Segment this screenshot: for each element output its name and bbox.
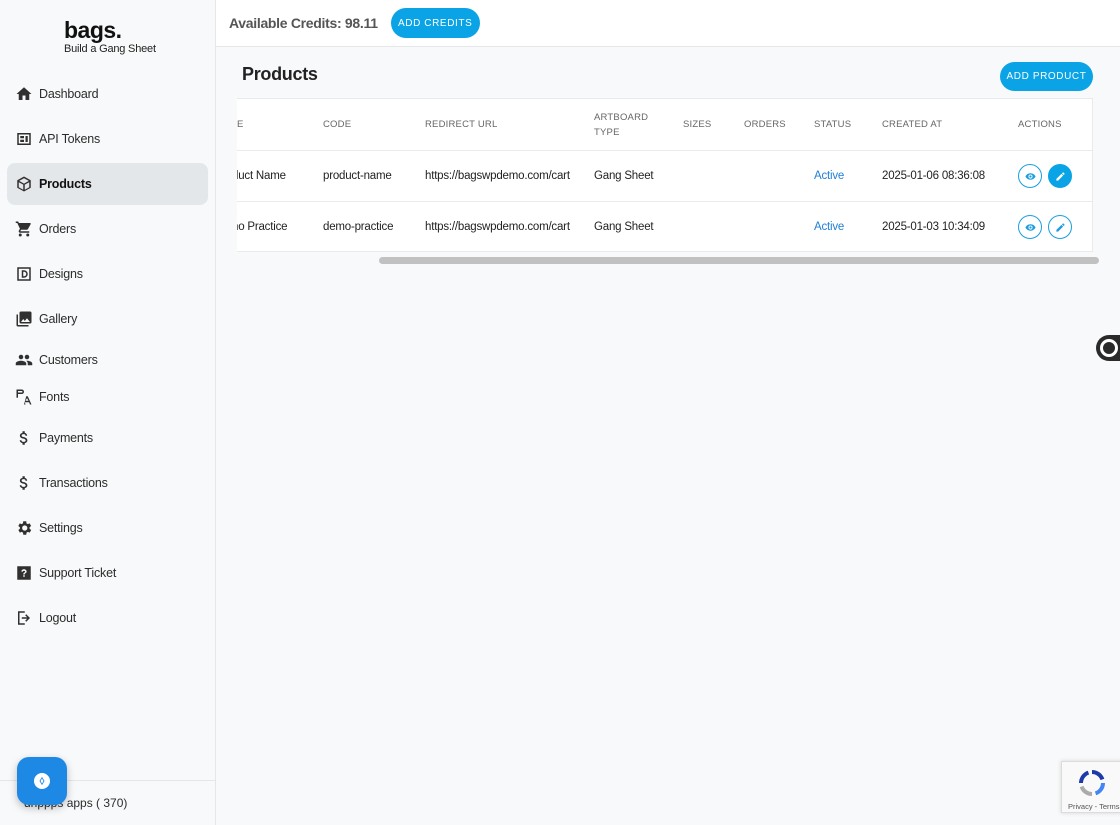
package-icon bbox=[15, 175, 33, 193]
logo[interactable]: bags. Build a Gang Sheet bbox=[64, 18, 156, 55]
chat-icon bbox=[34, 773, 50, 789]
created-at-cell: 2025-01-03 10:34:09 bbox=[882, 221, 985, 233]
gallery-icon bbox=[15, 310, 33, 328]
column-header-orders[interactable]: ORDERS bbox=[744, 99, 786, 150]
column-header-code[interactable]: CODE bbox=[323, 99, 351, 150]
logo-name: bags. bbox=[64, 17, 122, 43]
logout-icon bbox=[15, 609, 33, 627]
sidebar-item-label: Support Ticket bbox=[39, 566, 117, 580]
sidebar-item-logout[interactable]: Logout bbox=[7, 597, 208, 639]
sidebar-item-label: Orders bbox=[39, 222, 77, 236]
column-header-created-at[interactable]: CREATED AT bbox=[882, 99, 942, 150]
column-header-name[interactable]: E bbox=[237, 99, 244, 150]
product-code-cell: demo-practice bbox=[323, 221, 394, 233]
sidebar-item-label: Logout bbox=[39, 611, 77, 625]
logo-tagline: Build a Gang Sheet bbox=[64, 43, 156, 55]
column-header-actions: ACTIONS bbox=[1018, 119, 1062, 130]
eye-icon bbox=[1024, 223, 1036, 231]
column-header-artboard-type[interactable]: ARTBOARD TYPE bbox=[594, 99, 648, 150]
view-button[interactable] bbox=[1018, 164, 1042, 188]
redirect-url-cell: https://bagswpdemo.com/cart bbox=[425, 170, 570, 182]
column-header-type: TYPE bbox=[594, 126, 620, 138]
sidebar-item-products[interactable]: Products bbox=[7, 163, 208, 205]
sidebar-item-label: Dashboard bbox=[39, 87, 99, 101]
page-title: Products bbox=[242, 64, 318, 84]
artboard-type-cell: Gang Sheet bbox=[594, 221, 654, 233]
home-icon bbox=[15, 85, 33, 103]
dollar-icon bbox=[15, 429, 33, 447]
product-name-cell: duct Name bbox=[237, 170, 286, 182]
column-header-status[interactable]: STATUS bbox=[814, 99, 851, 150]
circle-icon bbox=[1100, 339, 1118, 357]
artboard-type-cell: Gang Sheet bbox=[594, 170, 654, 182]
pencil-icon bbox=[1055, 222, 1065, 232]
sidebar-item-label: Customers bbox=[39, 353, 98, 367]
accessibility-widget-button[interactable] bbox=[1096, 335, 1120, 361]
sidebar-item-label: Products bbox=[39, 177, 92, 191]
gear-icon bbox=[15, 519, 33, 537]
sidebar-item-payments[interactable]: Payments bbox=[7, 417, 208, 459]
fonts-icon bbox=[15, 388, 33, 406]
status-badge: Active bbox=[814, 221, 845, 233]
eye-icon bbox=[1024, 172, 1036, 180]
recaptcha-badge[interactable]: Privacy - Terms bbox=[1061, 761, 1120, 813]
help-icon bbox=[15, 564, 33, 582]
pencil-icon bbox=[1055, 171, 1065, 181]
edit-button[interactable] bbox=[1048, 215, 1072, 239]
recaptcha-links[interactable]: Privacy - Terms bbox=[1068, 802, 1120, 811]
sidebar-item-label: Gallery bbox=[39, 312, 78, 326]
chat-launcher-button[interactable] bbox=[17, 757, 67, 805]
sidebar: bags. Build a Gang Sheet Dashboard API T… bbox=[0, 0, 216, 825]
status-badge: Active bbox=[814, 170, 845, 182]
sidebar-item-designs[interactable]: Designs bbox=[7, 253, 208, 295]
sidebar-item-label: API Tokens bbox=[39, 132, 101, 146]
available-credits: Available Credits: 98.11 bbox=[229, 15, 378, 31]
product-name-cell: no Practice bbox=[237, 221, 288, 233]
column-header-sizes[interactable]: SIZES bbox=[683, 99, 711, 150]
sidebar-item-label: Settings bbox=[39, 521, 83, 535]
sidebar-item-gallery[interactable]: Gallery bbox=[7, 298, 208, 340]
sidebar-item-transactions[interactable]: Transactions bbox=[7, 462, 208, 504]
table-row[interactable]: no Practice demo-practice https://bagswp… bbox=[237, 201, 1092, 251]
cart-icon bbox=[15, 220, 33, 238]
add-product-button[interactable]: ADD PRODUCT bbox=[1000, 62, 1093, 91]
column-header-artboard: ARTBOARD bbox=[594, 111, 649, 123]
sidebar-item-label: Designs bbox=[39, 267, 83, 281]
api-tokens-icon bbox=[15, 130, 33, 148]
designs-icon bbox=[15, 265, 33, 283]
sidebar-item-dashboard[interactable]: Dashboard bbox=[7, 73, 208, 115]
sidebar-item-api-tokens[interactable]: API Tokens bbox=[7, 118, 208, 160]
view-button[interactable] bbox=[1018, 215, 1042, 239]
column-header-redirect-url[interactable]: REDIRECT URL bbox=[425, 99, 497, 150]
table-row[interactable]: duct Name product-name https://bagswpdem… bbox=[237, 150, 1092, 201]
add-credits-button[interactable]: ADD CREDITS bbox=[390, 8, 480, 38]
customers-icon bbox=[15, 351, 33, 369]
dollar-icon bbox=[15, 474, 33, 492]
product-code-cell: product-name bbox=[323, 170, 392, 182]
topbar: Available Credits: 98.11 ADD CREDITS bbox=[216, 0, 1120, 47]
sidebar-item-orders[interactable]: Orders bbox=[7, 208, 208, 250]
sidebar-item-customers[interactable]: Customers bbox=[7, 339, 208, 381]
sidebar-item-label: Payments bbox=[39, 431, 93, 445]
edit-button[interactable] bbox=[1048, 164, 1072, 188]
sidebar-item-fonts[interactable]: Fonts bbox=[7, 376, 208, 418]
sidebar-item-settings[interactable]: Settings bbox=[7, 507, 208, 549]
sidebar-item-label: Transactions bbox=[39, 476, 108, 490]
recaptcha-icon bbox=[1079, 770, 1105, 796]
horizontal-scrollbar[interactable] bbox=[379, 257, 1099, 264]
sidebar-item-label: Fonts bbox=[39, 390, 70, 404]
redirect-url-cell: https://bagswpdemo.com/cart bbox=[425, 221, 570, 233]
sidebar-item-support-ticket[interactable]: Support Ticket bbox=[7, 552, 208, 594]
products-table: E CODE REDIRECT URL ARTBOARD TYPE SIZES … bbox=[237, 98, 1093, 252]
created-at-cell: 2025-01-06 08:36:08 bbox=[882, 170, 985, 182]
